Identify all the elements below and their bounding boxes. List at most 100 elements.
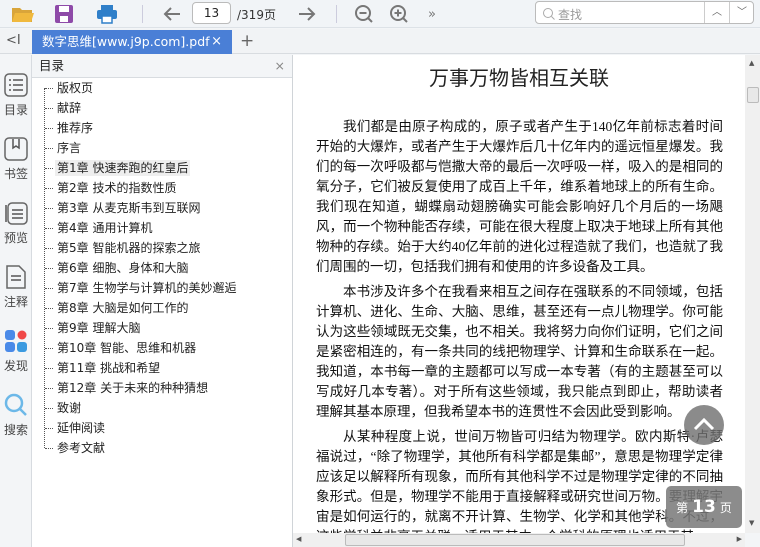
note-icon (6, 265, 26, 289)
vertical-scroll-thumb[interactable] (747, 87, 759, 103)
toc-item[interactable]: 第12章 关于未来的种种猜想 (45, 378, 210, 398)
toc-close-button[interactable]: × (275, 55, 285, 77)
scroll-down-arrow[interactable]: ▼ (749, 519, 754, 527)
chapter-title: 万事万物皆相互关联 (429, 66, 609, 90)
toc-item-label: 第10章 智能、思维和机器 (57, 341, 197, 355)
toc-item-label: 第9章 理解大脑 (57, 321, 141, 335)
toc-item[interactable]: 延伸阅读 (45, 418, 107, 438)
paragraph: 从某种程度上说，世间万物皆可归结为物理学。欧内斯特·卢瑟福说过，“除了物理学，其… (316, 429, 723, 533)
document-body: 我们都是由原子构成的，原子或者产生于140亿年前标志着时间开始的大爆炸，或者产生… (316, 117, 723, 533)
toc-item[interactable]: 致谢 (45, 398, 83, 418)
page-total: /319页 (237, 8, 276, 22)
rail-item-discover[interactable]: 发现 (0, 329, 32, 374)
toc-item[interactable]: 第4章 通用计算机 (45, 218, 154, 238)
zoom-in-icon[interactable] (387, 3, 411, 25)
page-number-input[interactable]: 13 (192, 2, 231, 24)
toc-item-label: 参考文献 (57, 441, 106, 455)
toc-item[interactable]: 第10章 智能、思维和机器 (45, 338, 198, 358)
badge-number: 13 (692, 497, 716, 517)
scroll-left-arrow[interactable]: ◀ (296, 535, 301, 543)
toc-item[interactable]: 第2章 技术的指数性质 (45, 178, 178, 198)
search-prev-button[interactable]: ︿ (704, 2, 729, 23)
pages-icon (5, 202, 28, 225)
paragraph: 本书涉及许多个在我看来相互之间存在强联系的不同领域，包括计算机、进化、生命、大脑… (316, 284, 723, 419)
toc-title: 目录 (39, 58, 65, 73)
page-badge: 第 13 页 (666, 486, 742, 528)
toc-item[interactable]: 第3章 从麦克斯韦到互联网 (45, 198, 202, 218)
toc-item-label: 推荐序 (57, 121, 94, 135)
save-icon[interactable] (52, 3, 76, 25)
toc-item-label: 第4章 通用计算机 (57, 221, 153, 235)
add-tab-button[interactable]: + (240, 31, 254, 51)
rail-label: 书签 (3, 167, 28, 181)
rail-label: 预览 (3, 231, 28, 245)
tab-document[interactable]: 数字思维[www.j9p.com].pdf × (32, 30, 232, 54)
toc-panel: 目录 × 版权页献辞推荐序序言第1章 快速奔跑的红皇后第2章 技术的指数性质第3章… (32, 55, 293, 547)
paragraph: 我们都是由原子构成的，原子或者产生于140亿年前标志着时间开始的大爆炸，或者产生… (316, 119, 723, 274)
toc-item-label: 致谢 (57, 401, 82, 415)
toc-item[interactable]: 序言 (45, 138, 83, 158)
toc-item-label: 延伸阅读 (57, 421, 106, 435)
toc-item-label: 第12章 关于未来的种种猜想 (57, 381, 209, 395)
rail-item-search[interactable]: 搜索 (0, 393, 32, 438)
search-icon (543, 8, 555, 20)
toc-item-label: 第7章 生物学与计算机的美妙邂逅 (57, 281, 237, 295)
badge-suffix: 页 (719, 500, 732, 515)
scroll-right-arrow[interactable]: ▶ (737, 535, 742, 543)
apps-icon (5, 330, 27, 352)
toc-item-label: 第8章 大脑是如何工作的 (57, 301, 189, 315)
toc-item[interactable]: 推荐序 (45, 118, 95, 138)
horizontal-scroll-thumb[interactable] (345, 534, 685, 546)
toc-item[interactable]: 版权页 (45, 78, 95, 98)
rail-item-toc[interactable]: 目录 (0, 73, 32, 118)
toc-item[interactable]: 第7章 生物学与计算机的美妙邂逅 (45, 278, 238, 298)
tab-close-icon[interactable]: × (211, 30, 222, 54)
print-icon[interactable] (94, 3, 120, 25)
tab-label: 数字思维[www.j9p.com].pdf (42, 34, 210, 49)
vertical-scrollbar[interactable]: ▲ ▼ (745, 55, 760, 533)
toc-item[interactable]: 第11章 挑战和希望 (45, 358, 162, 378)
toc-item[interactable]: 第1章 快速奔跑的红皇后 (45, 158, 191, 178)
arrow-right-icon[interactable] (295, 3, 319, 25)
rail-item-annotations[interactable]: 注释 (0, 265, 32, 310)
rail-label: 搜索 (3, 423, 28, 437)
toc-item[interactable]: 第8章 大脑是如何工作的 (45, 298, 190, 318)
toc-item-label: 第5章 智能机器的探索之旅 (57, 241, 201, 255)
toc-item-label: 第6章 细胞、身体和大脑 (57, 261, 189, 275)
open-folder-icon[interactable] (10, 3, 36, 25)
rail-item-preview[interactable]: 预览 (0, 201, 32, 246)
toc-item-label: 版权页 (57, 81, 94, 95)
chevron-up-icon (693, 417, 715, 431)
toc-item[interactable]: 第9章 理解大脑 (45, 318, 142, 338)
toc-item[interactable]: 献辞 (45, 98, 83, 118)
toc-item[interactable]: 参考文献 (45, 438, 107, 458)
side-rail: 目录 书签 预览 注释 发现 搜索 (0, 55, 32, 547)
rail-item-bookmarks[interactable]: 书签 (0, 137, 32, 182)
rail-label: 目录 (3, 103, 28, 117)
rail-label: 注释 (3, 295, 28, 309)
search-icon (4, 393, 27, 416)
toc-item-label: 第3章 从麦克斯韦到互联网 (57, 201, 201, 215)
toc-item[interactable]: 第5章 智能机器的探索之旅 (45, 238, 202, 258)
toc-item-label: 第11章 挑战和希望 (57, 361, 161, 375)
tab-bar: <I 数字思维[www.j9p.com].pdf × + (0, 29, 760, 54)
scroll-to-top-button[interactable] (684, 405, 724, 445)
toc-item-label: 序言 (57, 141, 82, 155)
more-icon[interactable]: » (424, 3, 440, 25)
search-box[interactable]: 查找 ︿ ﹀ (535, 1, 754, 24)
collapse-sidebar-button[interactable]: <I (6, 33, 21, 48)
toc-item[interactable]: 第6章 细胞、身体和大脑 (45, 258, 190, 278)
toolbar: 13 /319页 » 查找 ︿ ﹀ (0, 0, 760, 28)
document-page: 万事万物皆相互关联 我们都是由原子构成的，原子或者产生于140亿年前标志着时间开… (293, 55, 745, 533)
horizontal-scrollbar[interactable]: ◀ ▶ (293, 533, 745, 547)
search-next-button[interactable]: ﹀ (729, 2, 754, 23)
zoom-out-icon[interactable] (352, 3, 376, 25)
toc-item-label: 第2章 技术的指数性质 (57, 181, 177, 195)
toc-item-label: 献辞 (57, 101, 82, 115)
badge-prefix: 第 (676, 500, 689, 515)
rail-label: 发现 (3, 359, 28, 373)
arrow-left-icon[interactable] (160, 3, 184, 25)
scroll-up-arrow[interactable]: ▲ (749, 59, 754, 67)
bookmark-icon (4, 137, 28, 161)
search-input[interactable]: 查找 (558, 6, 582, 23)
